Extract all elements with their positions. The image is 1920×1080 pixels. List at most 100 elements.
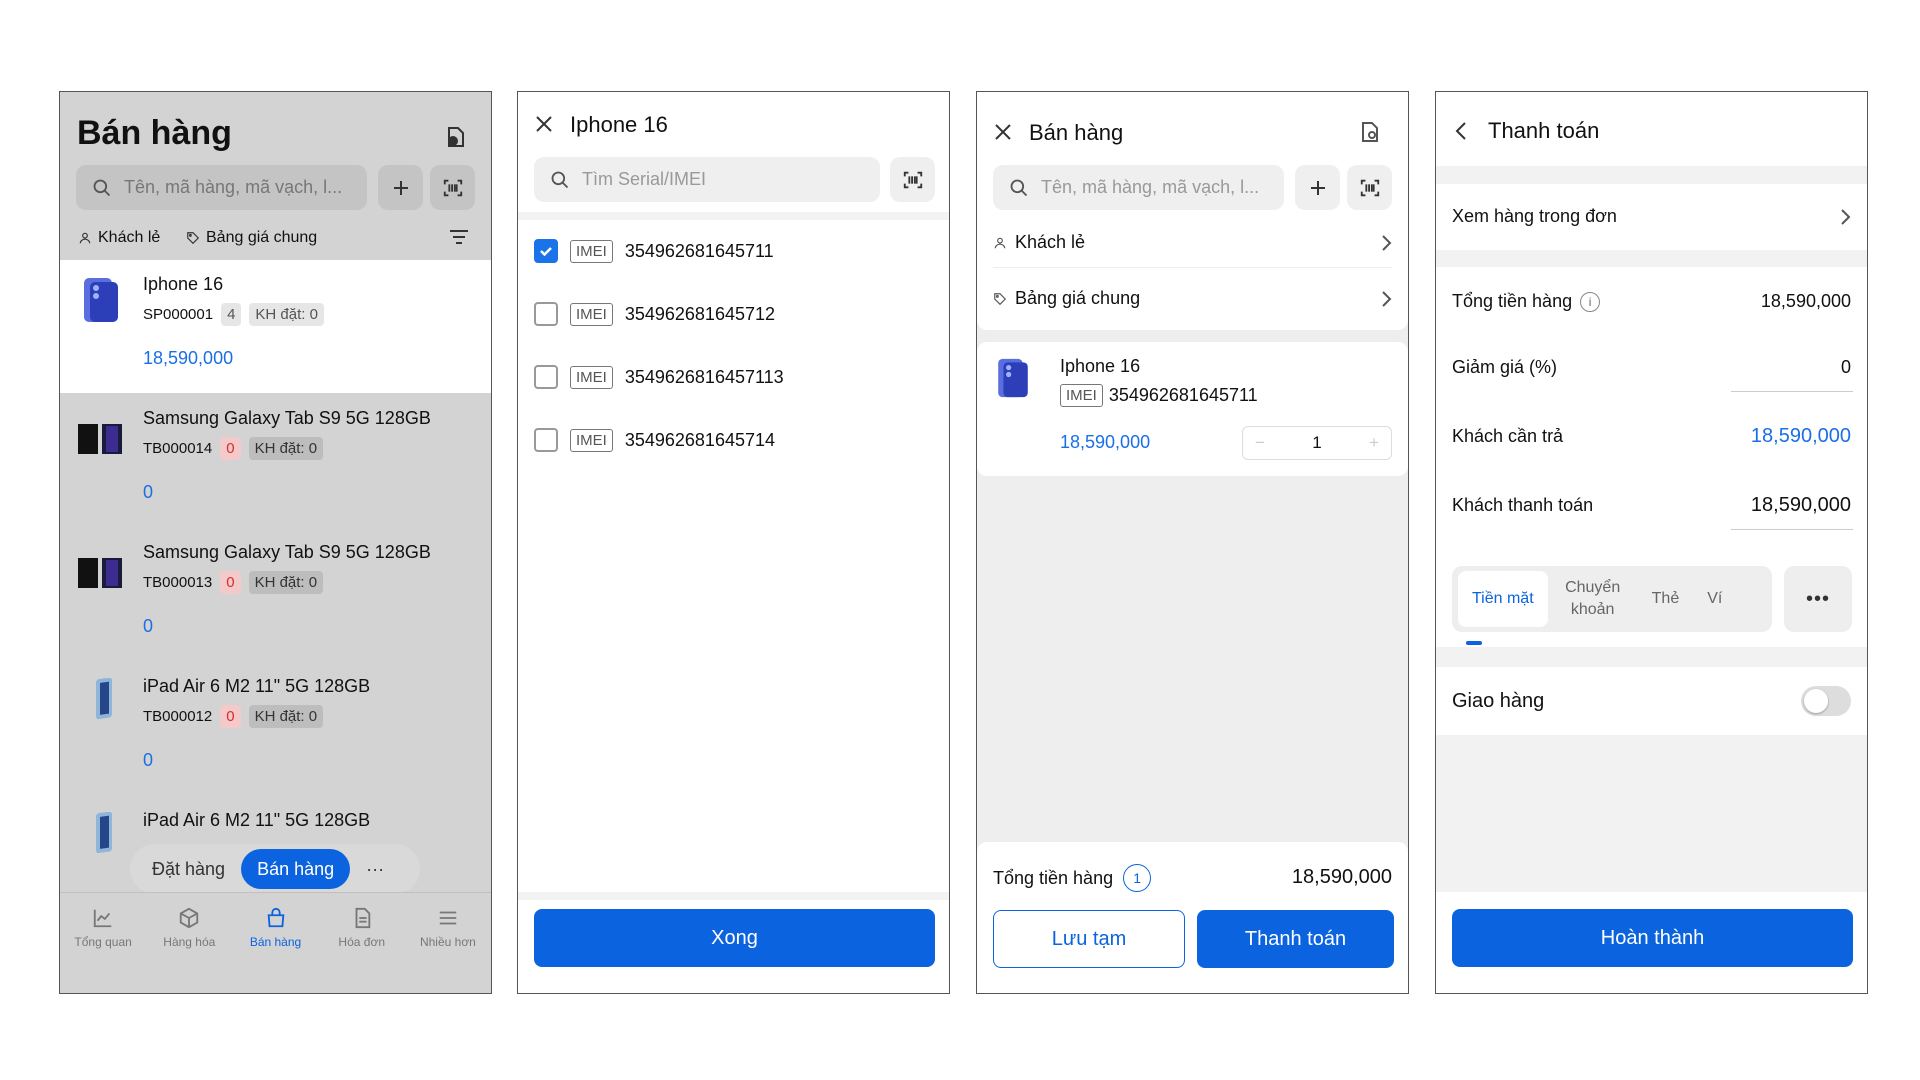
product-row[interactable]: Iphone 16 SP000001 4 KH đặt: 0 18,590,00…	[60, 260, 491, 393]
shopping-bag-icon	[265, 907, 287, 929]
pay-button[interactable]: Thanh toán	[1197, 910, 1394, 968]
info-icon[interactable]: i	[1580, 291, 1601, 312]
tab-wallet[interactable]: Ví	[1693, 588, 1736, 610]
payment-footer: Hoàn thành	[1436, 892, 1867, 993]
tab-card[interactable]: Thẻ	[1638, 588, 1694, 610]
product-name: Samsung Galaxy Tab S9 5G 128GB	[143, 408, 431, 428]
imei-value: 354962681645712	[624, 303, 776, 324]
imei-option[interactable]: IMEI 3549626816457113	[534, 365, 784, 389]
filter-icon[interactable]	[448, 228, 470, 246]
imei-option[interactable]: IMEI 354962681645714	[534, 428, 775, 452]
tab-more[interactable]: Nhiều hơn	[405, 893, 491, 993]
pricebook-label: Bảng giá chung	[1015, 288, 1141, 308]
product-meta: SP000001 4 KH đặt: 0	[143, 303, 324, 326]
subtotal-label: Tổng tiền hàng	[1452, 291, 1573, 311]
chart-icon	[92, 907, 114, 929]
checkbox[interactable]	[534, 365, 558, 389]
ordered-badge: KH đặt: 0	[248, 705, 324, 728]
total-value: 18,590,000	[1291, 866, 1392, 888]
search-placeholder: Tìm Serial/IMEI	[582, 169, 707, 189]
tab-overview[interactable]: Tổng quan	[60, 893, 146, 993]
delivery-toggle[interactable]	[1801, 686, 1851, 716]
tab-products[interactable]: Hàng hóa	[146, 893, 232, 993]
save-draft-button[interactable]: Lưu tạm	[993, 910, 1185, 968]
imei-picker-screen: Iphone 16 Tìm Serial/IMEI IMEI 354962681…	[517, 91, 950, 994]
tab-label: Tổng quan	[74, 935, 132, 949]
product-meta: TB000012 0 KH đặt: 0	[143, 705, 324, 728]
close-icon[interactable]	[534, 114, 554, 134]
product-row[interactable]: Samsung Galaxy Tab S9 5G 128GB TB000014 …	[60, 394, 491, 527]
add-button[interactable]	[378, 165, 423, 210]
checkbox[interactable]	[534, 428, 558, 452]
tab-sales[interactable]: Bán hàng	[232, 893, 318, 993]
search-placeholder: Tên, mã hàng, mã vạch, l...	[124, 177, 343, 197]
page-title: Bán hàng	[77, 114, 232, 152]
chevron-right-icon	[1380, 290, 1392, 308]
checkbox[interactable]	[534, 302, 558, 326]
product-row[interactable]: iPad Air 6 M2 11" 5G 128GB TB000012 0 KH…	[60, 662, 491, 795]
cart-item[interactable]: Iphone 16 IMEI 354962681645711 18,590,00…	[977, 342, 1408, 476]
view-order-items[interactable]: Xem hàng trong đơn	[1436, 184, 1867, 250]
paid-input[interactable]: 18,590,000	[1751, 494, 1851, 517]
product-code: TB000013	[143, 574, 213, 591]
sales-list-screen: Bán hàng Tên, mã hàng, mã vạch, l... Khá…	[59, 91, 492, 994]
search-input[interactable]: Tên, mã hàng, mã vạch, l...	[76, 165, 367, 210]
barcode-scan-button[interactable]	[890, 157, 935, 202]
sync-icon[interactable]	[440, 122, 470, 152]
finish-button[interactable]: Hoàn thành	[1452, 909, 1853, 967]
order-mode-button[interactable]: Đặt hàng	[136, 849, 241, 889]
imei-option[interactable]: IMEI 354962681645711	[534, 239, 774, 263]
imei-tag: IMEI	[570, 239, 613, 263]
delivery-label: Giao hàng	[1452, 689, 1545, 712]
back-chevron-icon[interactable]	[1454, 120, 1468, 142]
quantity-value[interactable]: 1	[1312, 433, 1321, 453]
tab-invoices[interactable]: Hóa đơn	[319, 893, 405, 993]
imei-option[interactable]: IMEI 354962681645712	[534, 302, 775, 326]
payment-method-tabs: Tiền mặt Chuyển khoản Thẻ Ví	[1452, 566, 1772, 632]
search-icon	[1009, 178, 1029, 198]
barcode-scan-button[interactable]	[1347, 165, 1392, 210]
divider	[518, 212, 949, 220]
pricebook-label: Bảng giá chung	[206, 229, 318, 246]
search-input[interactable]: Tên, mã hàng, mã vạch, l...	[993, 165, 1284, 210]
customer-label: Khách lẻ	[1015, 232, 1086, 252]
decrement-button[interactable]: −	[1255, 433, 1265, 453]
increment-button[interactable]: +	[1369, 433, 1379, 453]
product-name: iPad Air 6 M2 11" 5G 128GB	[143, 810, 371, 830]
imei-tag: IMEI	[1060, 384, 1103, 407]
imei-value: 354962681645711	[624, 240, 774, 261]
stock-badge: 0	[220, 571, 241, 594]
done-button[interactable]: Xong	[534, 909, 935, 967]
product-price: 18,590,000	[1060, 432, 1151, 452]
product-row[interactable]: Samsung Galaxy Tab S9 5G 128GB TB000013 …	[60, 528, 491, 661]
tab-cash[interactable]: Tiền mặt	[1458, 571, 1548, 627]
payment-screen: Thanh toán Xem hàng trong đơn Tổng tiền …	[1435, 91, 1868, 994]
discount-input[interactable]: 0	[1841, 357, 1851, 378]
close-icon[interactable]	[993, 122, 1013, 142]
add-button[interactable]	[1295, 165, 1340, 210]
sell-mode-button[interactable]: Bán hàng	[241, 849, 351, 889]
stock-badge: 4	[221, 303, 242, 326]
product-image	[78, 812, 124, 860]
search-icon	[92, 178, 112, 198]
pricebook-selector[interactable]: Bảng giá chung	[993, 288, 1392, 309]
invoice-settings-icon[interactable]	[1357, 120, 1381, 144]
tag-icon	[993, 292, 1007, 306]
quantity-stepper[interactable]: − 1 +	[1242, 426, 1392, 460]
imei-value: 3549626816457113	[624, 366, 784, 387]
customer-label: Khách lẻ	[98, 229, 161, 246]
product-code: TB000014	[143, 440, 213, 457]
chevron-right-icon	[1380, 234, 1392, 252]
barcode-scan-button[interactable]	[430, 165, 475, 210]
customer-selector[interactable]: Khách lẻ	[993, 232, 1392, 253]
customer-selector[interactable]: Khách lẻ	[78, 229, 160, 247]
more-methods-button[interactable]: •••	[1784, 566, 1852, 632]
tab-transfer[interactable]: Chuyển khoản	[1548, 577, 1638, 621]
stock-badge: 0	[220, 705, 241, 728]
ordered-badge: KH đặt: 0	[248, 571, 324, 594]
pricebook-selector[interactable]: Bảng giá chung	[186, 229, 317, 247]
divider	[993, 267, 1392, 268]
more-button[interactable]: ···	[350, 849, 400, 889]
imei-search-input[interactable]: Tìm Serial/IMEI	[534, 157, 880, 202]
checkbox-checked[interactable]	[534, 239, 558, 263]
